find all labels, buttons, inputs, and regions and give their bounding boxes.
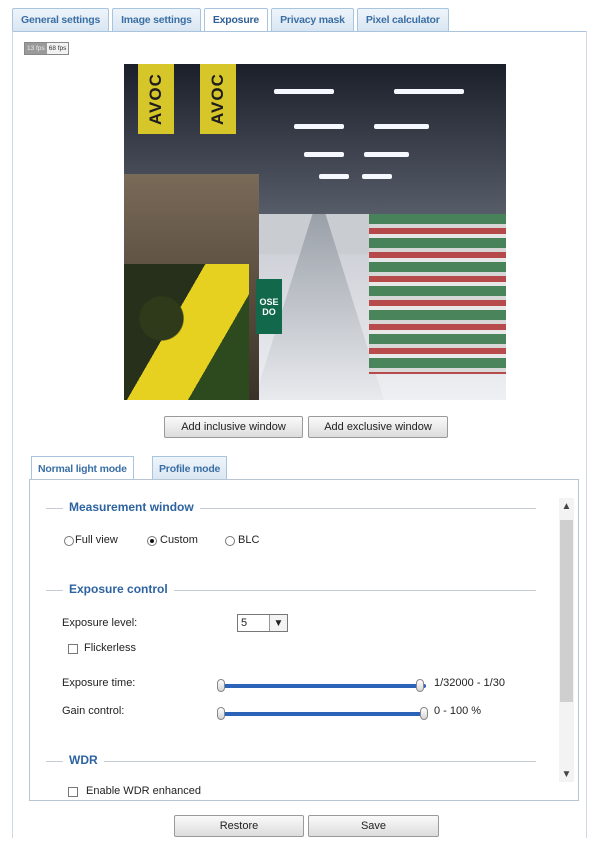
exposure-level-label: Exposure level: xyxy=(62,617,138,629)
exposure-time-range: 1/32000 - 1/30 xyxy=(434,677,505,689)
ceiling-light xyxy=(294,124,344,129)
tab-normal-light-mode[interactable]: Normal light mode xyxy=(31,456,134,481)
video-sign: OSE DO xyxy=(256,279,282,334)
exposure-control-title: Exposure control xyxy=(63,582,174,596)
add-exclusive-window-button[interactable]: Add exclusive window xyxy=(308,416,448,438)
custom-radio[interactable] xyxy=(147,536,157,546)
custom-label: Custom xyxy=(160,534,198,546)
tab-general-settings[interactable]: General settings xyxy=(12,8,110,31)
exposure-settings-panel: Measurement window Full view Custom BLC … xyxy=(29,479,579,801)
ceiling-light xyxy=(319,174,349,179)
tab-exposure[interactable]: Exposure xyxy=(203,8,269,32)
wdr-title: WDR xyxy=(63,753,104,767)
video-shelf-right xyxy=(369,214,506,374)
scroll-thumb[interactable] xyxy=(560,520,573,702)
scroll-down-icon[interactable]: ▼ xyxy=(559,766,574,782)
tab-image-settings[interactable]: Image settings xyxy=(112,8,201,31)
chevron-down-icon: ▼ xyxy=(269,615,287,631)
video-produce xyxy=(124,264,249,400)
exposure-time-handle-max[interactable] xyxy=(416,679,424,692)
blc-label: BLC xyxy=(238,534,260,546)
gain-control-handle-min[interactable] xyxy=(217,707,225,720)
tab-pixel-calculator[interactable]: Pixel calculator xyxy=(356,8,449,31)
fps-indicator: 13 fps 68 fps xyxy=(24,42,70,55)
video-banner: AVOC xyxy=(200,64,236,134)
restore-button[interactable]: Restore xyxy=(174,815,304,837)
frame-border-right xyxy=(586,31,587,838)
flickerless-checkbox[interactable] xyxy=(68,644,78,654)
gain-control-track xyxy=(219,712,426,716)
scroll-up-icon[interactable]: ▲ xyxy=(559,498,574,514)
blc-radio[interactable] xyxy=(225,536,235,546)
exposure-time-handle-min[interactable] xyxy=(217,679,225,692)
panel-scrollbar[interactable]: ▲ ▼ xyxy=(559,498,574,782)
ceiling-light xyxy=(364,152,409,157)
tab-privacy-mask[interactable]: Privacy mask xyxy=(271,8,354,31)
fps-value-a: 13 fps xyxy=(25,43,47,54)
exposure-time-label: Exposure time: xyxy=(62,677,136,689)
ceiling-light xyxy=(274,89,334,94)
settings-tabs: General settings Image settings Exposure… xyxy=(12,8,449,32)
gain-control-label: Gain control: xyxy=(62,705,125,717)
measurement-window-title: Measurement window xyxy=(63,500,200,514)
ceiling-light xyxy=(304,152,344,157)
ceiling-light xyxy=(362,174,392,179)
tabs-divider xyxy=(12,31,587,32)
full-view-label: Full view xyxy=(75,534,118,546)
gain-control-range: 0 - 100 % xyxy=(434,705,482,717)
tab-profile-mode[interactable]: Profile mode xyxy=(152,456,228,481)
ceiling-light xyxy=(394,89,464,94)
exposure-level-select[interactable]: 5 ▼ xyxy=(237,614,288,632)
ceiling-light xyxy=(374,124,429,129)
save-button[interactable]: Save xyxy=(308,815,439,837)
video-banner: AVOC xyxy=(138,64,174,134)
exposure-time-track xyxy=(219,684,426,688)
flickerless-label: Flickerless xyxy=(84,642,136,654)
fps-value-b: 68 fps xyxy=(46,43,69,54)
section-divider xyxy=(46,761,536,762)
gain-control-slider[interactable] xyxy=(217,707,428,721)
wdr-enhanced-checkbox[interactable] xyxy=(68,787,78,797)
exposure-level-value: 5 xyxy=(241,617,248,629)
add-inclusive-window-button[interactable]: Add inclusive window xyxy=(164,416,303,438)
exposure-time-slider[interactable] xyxy=(217,679,426,693)
gain-control-handle-max[interactable] xyxy=(420,707,428,720)
full-view-radio[interactable] xyxy=(64,536,74,546)
frame-border-left xyxy=(12,31,13,838)
wdr-enhanced-label: Enable WDR enhanced xyxy=(86,785,201,797)
video-preview[interactable]: AVOC AVOC OSE DO xyxy=(124,64,506,400)
